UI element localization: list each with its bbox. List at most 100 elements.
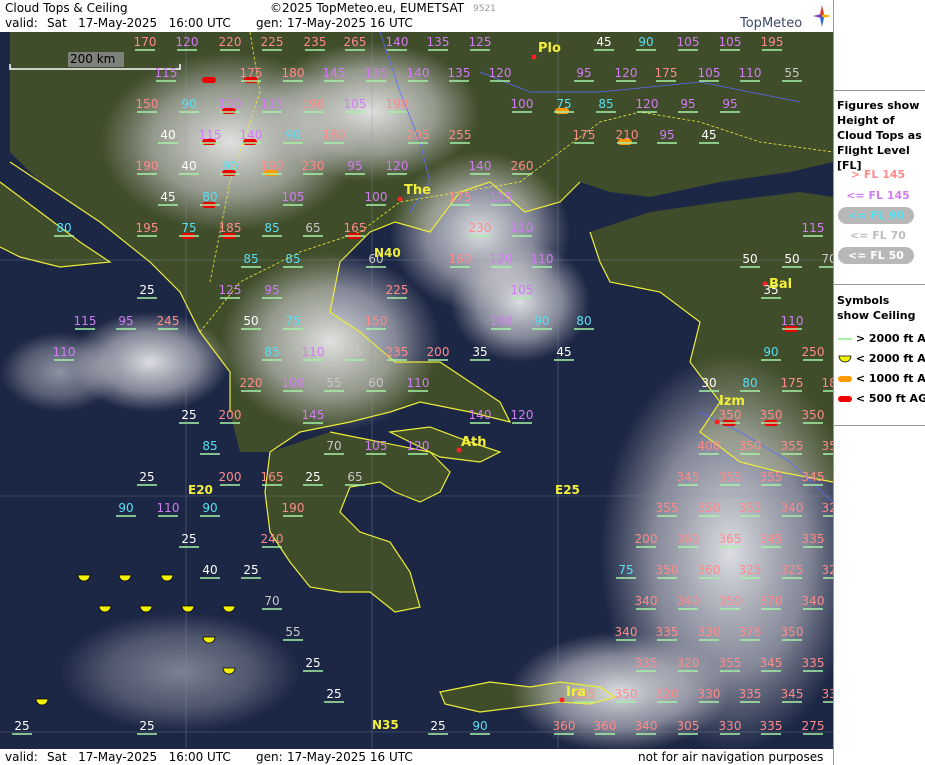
cloud-top-value: 200 (219, 470, 241, 486)
cloud-top-text: 80 (202, 190, 217, 204)
cloud-top-value: 340 (677, 594, 699, 610)
cloud-top-value: 150 (365, 314, 387, 330)
cloud-top-text: 350 (656, 563, 679, 577)
city-label-plo: Plo (538, 41, 561, 56)
cloud-top-text: 340 (635, 594, 658, 608)
cloud-top-value: 320 (677, 656, 699, 672)
cloud-top-text: 355 (822, 439, 833, 453)
symbol-legend-item: < 1000 ft AGL (838, 372, 925, 385)
cloud-top-value: 340 (615, 625, 637, 641)
cloud-top-value: 360 (677, 532, 699, 548)
cloud-top-value: 85 (596, 97, 616, 113)
cloud-top-value: 95 (678, 97, 698, 113)
cloud-top-value: 335 (802, 532, 824, 548)
cloud-top-value: 90 (636, 35, 656, 51)
cloud-top-text: 95 (576, 66, 591, 80)
cloud-top-text: 400 (698, 439, 721, 453)
cloud-top-text: 265 (344, 35, 367, 49)
cloud-top-value: 130 (219, 97, 242, 113)
cloud-top-value: 120 (407, 439, 429, 455)
cloud-top-value: 340 (635, 594, 658, 610)
cloud-top-value: 55 (283, 625, 303, 641)
footer-gen-label: gen: (256, 750, 283, 764)
cloud-top-value: 60 (366, 376, 386, 392)
cloud-top-value: 255 (449, 128, 472, 144)
ceiling-line-icon (838, 338, 852, 340)
cloud-top-value: 120 (176, 35, 198, 51)
cloud-top-text: 360 (594, 719, 617, 733)
cloud-top-value: 90 (179, 97, 199, 113)
cloud-top-text: 230 (469, 221, 492, 235)
cloud-top-value: 170 (134, 35, 156, 51)
footer-gen-time: 17-May-2025 16 UTC (287, 750, 413, 764)
cloud-top-text: 255 (449, 128, 472, 142)
cloud-top-value: 90 (470, 719, 490, 735)
cloud-top-value: 150 (136, 97, 159, 113)
cloud-top-value: 345 (760, 656, 782, 672)
cloud-top-text: 75 (618, 563, 633, 577)
cloud-top-text: 25 (181, 408, 196, 422)
fl-legend-heading: Figures show Height of Cloud Tops as Fli… (837, 99, 922, 172)
cloud-top-text: 75 (181, 221, 196, 235)
cloud-top-value: 200 (219, 408, 241, 424)
cloud-top-value: 115 (199, 128, 221, 144)
cloud-top-value: 120 (386, 159, 408, 175)
cloud-top-text: 150 (136, 97, 159, 111)
cloud-top-text: 145 (302, 408, 325, 422)
cloud-top-value: 70 (262, 594, 282, 610)
satellite-map[interactable]: 170 120 220 225 235 265 140 135 125 45 90 105 105 195… (0, 32, 833, 749)
cloud-top-value: 245 (157, 314, 179, 330)
cloud-top-text: 45 (556, 345, 571, 359)
cloud-top-value: 45 (158, 190, 178, 206)
cloud-top-value: 190 (261, 159, 283, 175)
cloud-top-value: 135 (365, 66, 387, 82)
cloud-top-value: 360 (594, 719, 617, 735)
cloud-top-value: 110 (739, 66, 761, 82)
cloud-top-value: 110 (531, 252, 553, 268)
cloud-top-text: 50 (742, 252, 757, 266)
cloud-top-value: 135 (427, 35, 449, 51)
cloud-top-value: 40 (158, 128, 178, 144)
fl-legend-item: <= FL 90 (838, 207, 914, 224)
cloud-top-value: 350 (719, 594, 741, 610)
cloud-top-value: 175 (573, 128, 595, 144)
cloud-top-text: 105 (511, 283, 534, 297)
cloud-top-text: 345 (760, 532, 783, 546)
ceiling-below-500ft-marker (202, 77, 216, 83)
topmeteo-logo[interactable]: TopMeteo (740, 4, 832, 32)
cloud-top-value: 115 (155, 66, 177, 82)
cloud-top-value: 345 (677, 470, 699, 486)
cloud-top-text: 350 (615, 687, 638, 701)
cloud-top-value: 105 (719, 35, 742, 51)
cloud-top-value: 210 (616, 128, 638, 144)
cloud-top-text: 105 (365, 439, 388, 453)
cloud-top-text: 25 (139, 283, 154, 297)
cloud-top-text: 190 (302, 97, 325, 111)
cloud-top-text: 180 (282, 66, 305, 80)
cloud-top-value: 275 (802, 719, 824, 735)
cloud-top-text: 370 (760, 594, 783, 608)
cloud-top-text: 145 (323, 66, 346, 80)
cloud-top-text: 90 (118, 501, 133, 515)
cloud-top-text: 140 (469, 408, 492, 422)
cloud-top-text: 120 (615, 66, 638, 80)
disclaimer: not for air navigation purposes (638, 750, 824, 764)
grid-label-e25: E25 (555, 483, 580, 497)
cloud-top-value: 335 (635, 656, 657, 672)
cloud-top-value: 35 (470, 345, 490, 361)
cloud-top-text: 105 (719, 35, 742, 49)
legend-divider (834, 284, 925, 285)
cloud-top-text: 325 (781, 563, 804, 577)
cloud-top-text: 85 (285, 252, 300, 266)
fl-legend-item: <= FL 145 (846, 189, 910, 202)
cloud-top-value: 25 (179, 532, 199, 548)
cloud-top-text: 345 (802, 470, 825, 484)
cloud-top-value: 145 (323, 66, 346, 82)
cloud-top-text: 165 (261, 470, 284, 484)
cloud-top-text: 350 (698, 501, 721, 515)
cloud-top-text: 135 (448, 66, 471, 80)
cloud-top-text: 130 (219, 97, 242, 111)
cloud-top-value: 105 (282, 190, 304, 206)
cloud-top-text: 45 (701, 128, 716, 142)
cloud-top-value: 145 (302, 408, 325, 424)
